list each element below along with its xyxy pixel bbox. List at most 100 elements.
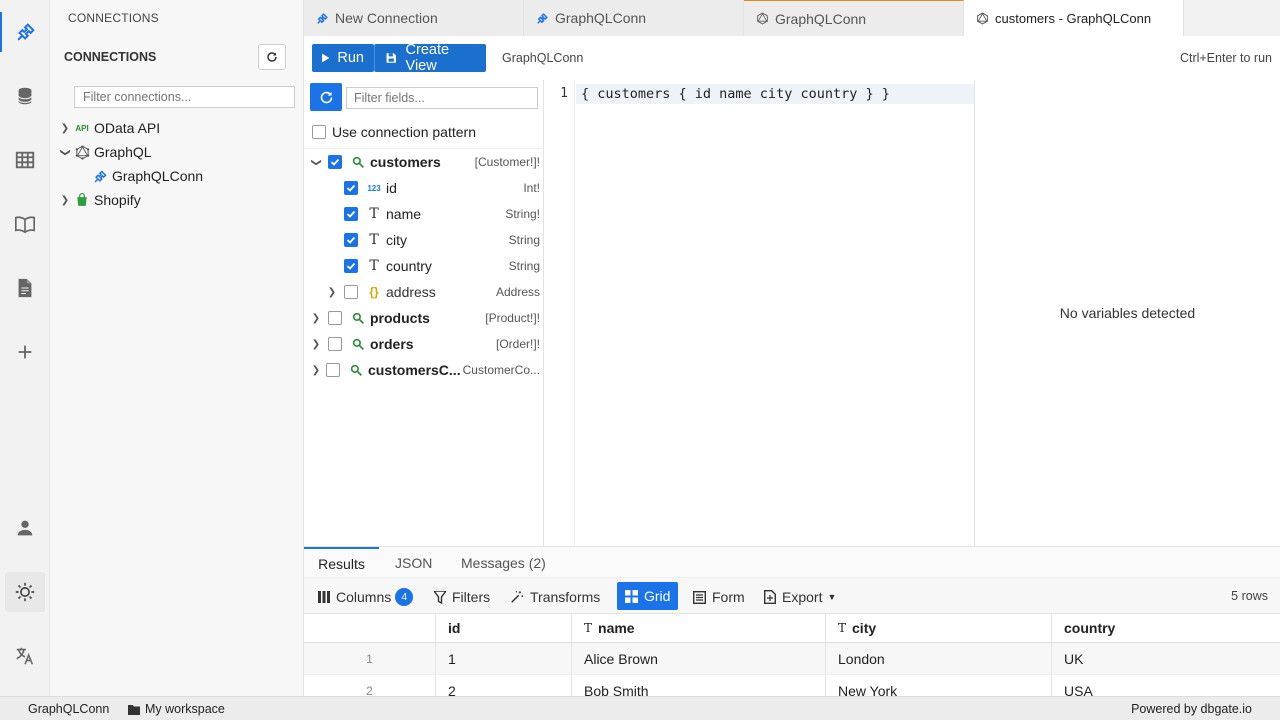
tab-graphqlconn-query[interactable]: GraphQLConn: [744, 0, 964, 36]
field-checkbox[interactable]: [344, 233, 358, 247]
file-icon[interactable]: [0, 268, 50, 308]
tree-item-label: GraphQLConn: [112, 168, 204, 184]
filter-fields-input[interactable]: [346, 87, 538, 109]
graphql-icon: [976, 12, 989, 25]
book-icon[interactable]: [0, 204, 50, 244]
cell-name[interactable]: Bob Smith: [572, 675, 826, 696]
tab-graphqlconn[interactable]: GraphQLConn: [524, 0, 744, 36]
cell-country[interactable]: UK: [1052, 643, 1280, 675]
chevron-down-icon[interactable]: ❯: [60, 145, 71, 159]
refresh-connections-button[interactable]: [258, 44, 286, 70]
field-checkbox[interactable]: [344, 181, 358, 195]
field-type: [Order!]!: [495, 337, 540, 351]
status-connection[interactable]: GraphQLConn: [28, 702, 109, 716]
field-customersconnection[interactable]: ❯ customersC... CustomerCo...: [304, 357, 544, 383]
cell-city[interactable]: New York: [826, 675, 1052, 696]
tab-messages[interactable]: Messages (2): [461, 547, 546, 578]
tab-json[interactable]: JSON: [395, 547, 432, 578]
filters-button[interactable]: Filters: [434, 584, 490, 610]
tree-item-label: OData API: [94, 120, 161, 136]
field-checkbox[interactable]: [328, 337, 342, 351]
column-header-label: id: [448, 620, 461, 636]
chevron-right-icon[interactable]: ❯: [325, 287, 339, 298]
cell-country[interactable]: USA: [1052, 675, 1280, 697]
column-header-label: country: [1064, 620, 1116, 636]
object-icon: {}: [369, 285, 379, 299]
add-icon[interactable]: [0, 332, 50, 372]
tree-item-shopify[interactable]: ❯ Shopify: [58, 188, 141, 212]
connections-header: CONNECTIONS: [64, 50, 157, 64]
connections-icon[interactable]: [0, 12, 50, 52]
cell-city[interactable]: London: [826, 643, 1052, 675]
status-workspace[interactable]: My workspace: [128, 702, 225, 716]
account-icon[interactable]: [0, 508, 50, 548]
tab-new-connection[interactable]: New Connection: [304, 0, 524, 36]
chevron-right-icon[interactable]: ❯: [58, 123, 72, 134]
run-button[interactable]: Run: [312, 44, 374, 72]
table-icon[interactable]: [0, 140, 50, 180]
refresh-fields-button[interactable]: [310, 83, 342, 111]
text-type-icon: T: [838, 621, 847, 635]
field-type: Address: [495, 285, 540, 299]
field-address[interactable]: ❯ {} address Address: [304, 279, 544, 305]
code-line[interactable]: { customers { id name city country } }: [581, 86, 890, 102]
form-view-button[interactable]: Form: [693, 584, 745, 610]
cell-name[interactable]: Alice Brown: [572, 643, 826, 675]
export-button[interactable]: Export ▼: [764, 584, 836, 610]
tab-results[interactable]: Results: [304, 547, 379, 578]
chevron-down-icon[interactable]: ❯: [309, 157, 323, 168]
field-city[interactable]: T city String: [304, 227, 544, 253]
chevron-right-icon[interactable]: ❯: [309, 339, 323, 350]
column-header-country[interactable]: country: [1052, 614, 1280, 643]
column-header-name[interactable]: T name: [572, 614, 826, 643]
filter-connections-input[interactable]: [74, 86, 295, 108]
database-icon[interactable]: [0, 76, 50, 116]
plug-icon: [536, 12, 549, 25]
field-customers[interactable]: ❯ customers [Customer!]!: [304, 149, 544, 175]
field-orders[interactable]: ❯ orders [Order!]!: [304, 331, 544, 357]
field-products[interactable]: ❯ products [Product!]!: [304, 305, 544, 331]
fields-panel: Use connection pattern ❯ customers [Cust…: [304, 80, 544, 546]
column-header-id[interactable]: id: [436, 614, 572, 643]
cell-id[interactable]: 2: [436, 675, 572, 696]
field-type: String: [508, 233, 540, 247]
grid-icon: [625, 589, 638, 603]
tree-item-graphqlconn[interactable]: GraphQLConn: [90, 164, 203, 188]
cell-id[interactable]: 1: [436, 643, 572, 675]
field-id[interactable]: 123 id Int!: [304, 175, 544, 201]
chevron-right-icon[interactable]: ❯: [309, 313, 323, 324]
chevron-right-icon[interactable]: ❯: [58, 195, 72, 206]
field-checkbox[interactable]: [328, 311, 342, 325]
chevron-right-icon[interactable]: ❯: [309, 365, 323, 376]
use-connection-pattern[interactable]: Use connection pattern: [312, 119, 552, 145]
columns-button[interactable]: Columns 4: [318, 584, 414, 610]
row-number-header: [304, 614, 436, 643]
sidebar-caption: CONNECTIONS: [68, 11, 159, 25]
query-editor[interactable]: 1 { customers { id name city country } }: [544, 80, 975, 546]
field-name: orders: [370, 336, 414, 352]
theme-icon[interactable]: [5, 572, 45, 612]
field-checkbox[interactable]: [344, 207, 358, 221]
field-name: city: [386, 232, 407, 248]
tree-item-graphql[interactable]: ❯ GraphQL: [58, 140, 152, 164]
tree-item-odata[interactable]: ❯ API OData API: [58, 116, 160, 140]
column-header-label: name: [598, 620, 635, 636]
create-view-button[interactable]: Create View: [374, 42, 486, 74]
powered-by-link[interactable]: Powered by dbgate.io: [1131, 702, 1252, 716]
magic-wand-icon: [511, 591, 524, 603]
field-checkbox[interactable]: [326, 363, 340, 377]
field-checkbox[interactable]: [328, 155, 342, 169]
transforms-button[interactable]: Transforms: [510, 584, 600, 610]
translate-icon[interactable]: [0, 636, 50, 676]
tab-customers-graphqlconn[interactable]: customers - GraphQLConn: [964, 0, 1184, 36]
column-header-city[interactable]: T city: [826, 614, 1052, 643]
use-pattern-checkbox[interactable]: [312, 125, 326, 139]
field-checkbox[interactable]: [344, 259, 358, 273]
field-country[interactable]: T country String: [304, 253, 544, 279]
grid-view-button[interactable]: Grid: [617, 582, 679, 610]
field-checkbox[interactable]: [344, 285, 358, 299]
use-pattern-label: Use connection pattern: [332, 124, 476, 140]
field-name-row[interactable]: T name String!: [304, 201, 544, 227]
columns-icon: [318, 591, 330, 603]
graphql-icon: [756, 12, 769, 25]
